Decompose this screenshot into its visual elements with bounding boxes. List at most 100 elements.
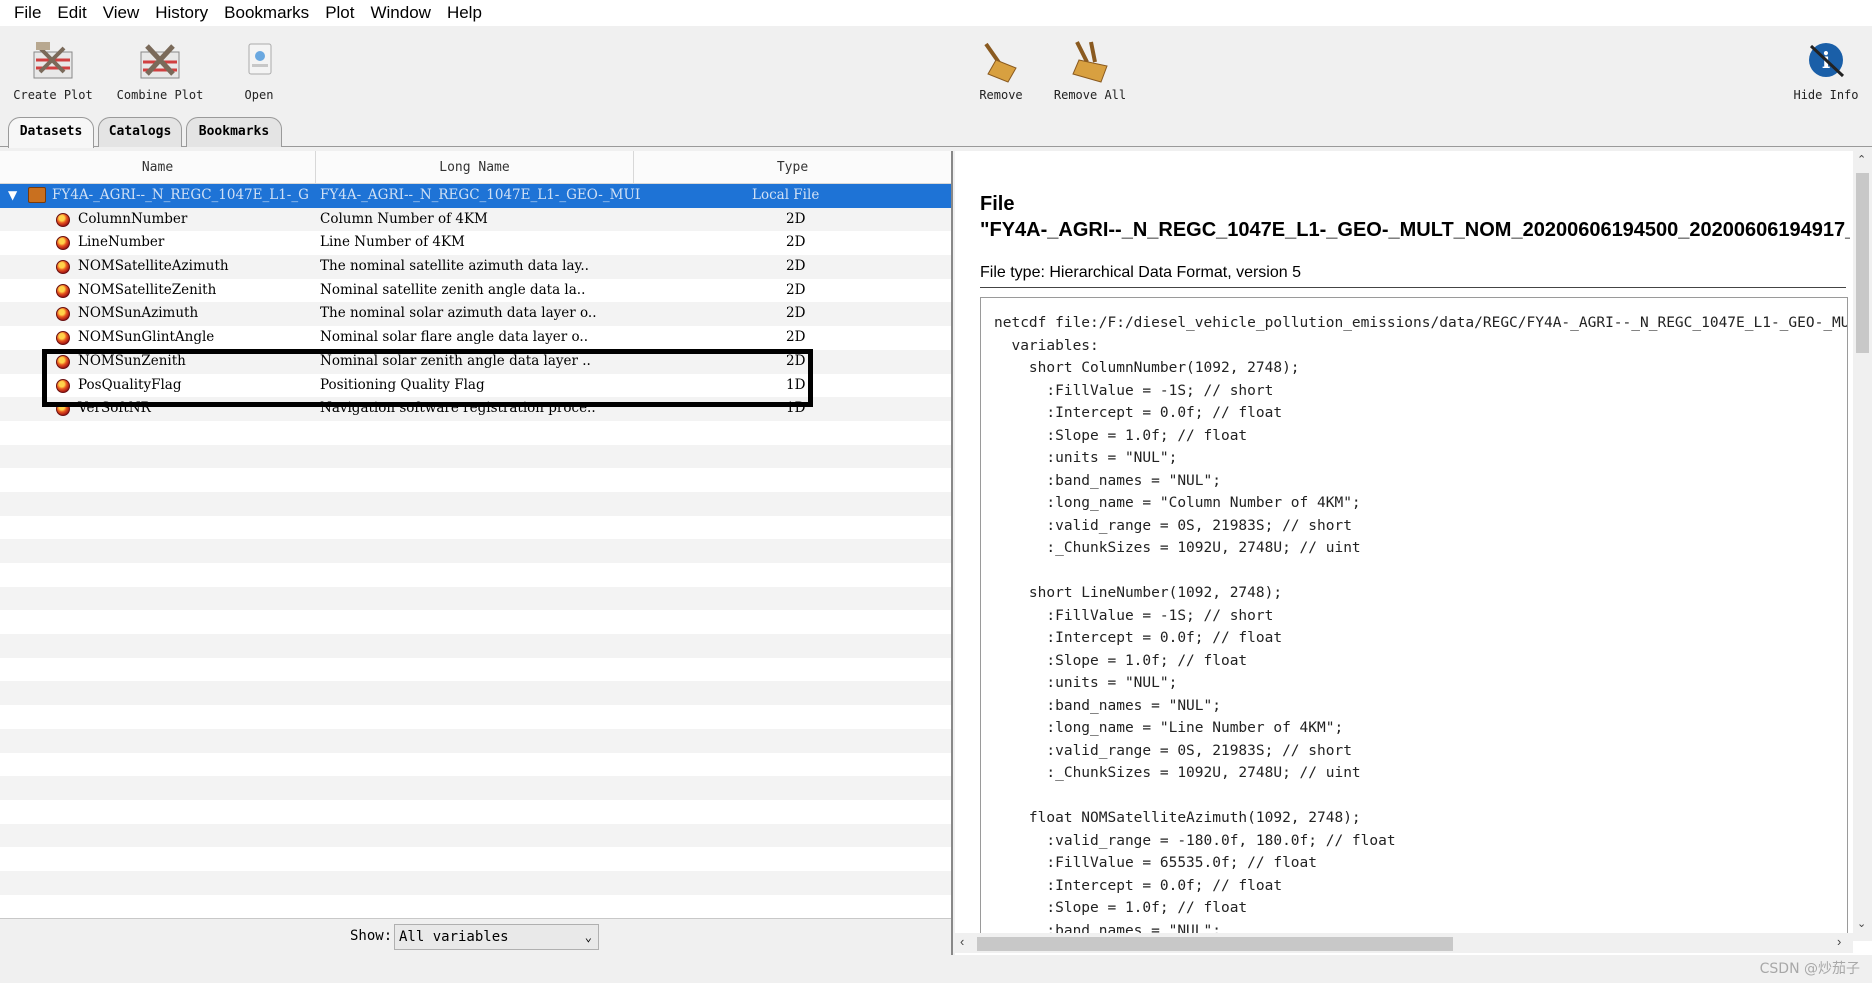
- empty-row: [0, 468, 951, 492]
- empty-row: [0, 658, 951, 682]
- variable-name: NOMSatelliteZenith: [78, 281, 217, 298]
- info-filetype: File type: Hierarchical Data Format, ver…: [980, 264, 1301, 281]
- horizontal-scroll-thumb[interactable]: [977, 937, 1453, 951]
- combine-plot-icon: [140, 44, 180, 79]
- variable-icon: [56, 307, 70, 322]
- variable-type: 2D: [786, 234, 806, 251]
- variable-long-name: Nominal solar flare angle data layer o..: [320, 329, 589, 346]
- tab-catalogs[interactable]: Catalogs: [98, 117, 182, 147]
- file-long-name: FY4A-_AGRI--_N_REGC_1047E_L1-_GEO-_MUL: [320, 187, 640, 203]
- table-row[interactable]: NOMSunAzimuth The nominal solar azimuth …: [0, 302, 951, 327]
- remove-button[interactable]: Remove: [970, 38, 1032, 102]
- empty-row: [0, 421, 951, 445]
- column-type-header[interactable]: Type: [634, 151, 951, 184]
- status-bar: [0, 955, 1872, 983]
- table-row[interactable]: ColumnNumber Column Number of 4KM 2D: [0, 207, 951, 232]
- variable-icon: [56, 331, 70, 346]
- hide-info-button[interactable]: i Hide Info: [1790, 38, 1862, 102]
- variable-name: PosQualityFlag: [78, 376, 182, 393]
- empty-row: [0, 539, 951, 563]
- hdf-file-icon: [28, 187, 46, 203]
- table-row[interactable]: PosQualityFlag Positioning Quality Flag …: [0, 374, 951, 398]
- remove-all-label: Remove All: [1053, 88, 1127, 102]
- hide-info-icon: i: [1809, 43, 1845, 78]
- table-row[interactable]: NOMSatelliteAzimuth The nominal satellit…: [0, 255, 951, 279]
- open-button[interactable]: Open: [234, 38, 284, 102]
- file-name: FY4A-_AGRI--_N_REGC_1047E_L1-_G: [52, 187, 309, 203]
- empty-row: [0, 444, 951, 469]
- variable-type: 1D: [786, 400, 806, 417]
- menu-file[interactable]: File: [6, 0, 49, 26]
- variable-icon: [56, 354, 70, 369]
- table-row[interactable]: VerSoftNR Navigation software registrati…: [0, 397, 951, 421]
- variable-icon: [56, 236, 70, 251]
- variable-name: NOMSatelliteAzimuth: [78, 258, 229, 275]
- column-header: Name Long Name Type: [0, 151, 951, 184]
- tab-bookmarks[interactable]: Bookmarks: [186, 117, 282, 147]
- menu-plot[interactable]: Plot: [317, 0, 362, 26]
- empty-row: [0, 705, 951, 729]
- show-select-value: All variables: [399, 929, 509, 945]
- menu-view[interactable]: View: [95, 0, 148, 26]
- tab-bar: Datasets Catalogs Bookmarks: [0, 113, 1872, 148]
- create-plot-button[interactable]: Create Plot: [12, 38, 94, 102]
- variable-long-name: The nominal solar azimuth data layer o..: [320, 305, 597, 322]
- empty-row: [0, 776, 951, 800]
- chevron-down-icon: ⌄: [584, 930, 592, 944]
- variable-name: ColumnNumber: [78, 210, 188, 227]
- remove-label: Remove: [979, 88, 1023, 102]
- variable-name: NOMSunGlintAngle: [78, 329, 215, 346]
- combine-plot-button[interactable]: Combine Plot: [112, 38, 208, 102]
- scroll-left-icon[interactable]: ‹: [960, 934, 964, 949]
- collapse-arrow-icon[interactable]: ▼: [8, 184, 17, 208]
- empty-row: [0, 586, 951, 611]
- show-variables-select[interactable]: All variables ⌄: [394, 924, 599, 950]
- variable-icon: [56, 378, 70, 393]
- remove-all-button[interactable]: Remove All: [1050, 38, 1130, 102]
- variable-long-name: Navigation software registration proce..: [320, 400, 596, 417]
- tab-datasets[interactable]: Datasets: [8, 117, 94, 148]
- table-row[interactable]: NOMSatelliteZenith Nominal satellite zen…: [0, 279, 951, 303]
- empty-row: [0, 753, 951, 777]
- variable-icon: [56, 402, 70, 417]
- empty-row: [0, 870, 951, 895]
- hide-info-label: Hide Info: [1793, 88, 1859, 102]
- table-row[interactable]: LineNumber Line Number of 4KM 2D: [0, 231, 951, 255]
- variable-long-name: Column Number of 4KM: [320, 210, 488, 227]
- empty-row: [0, 491, 951, 516]
- table-row[interactable]: NOMSunZenith Nominal solar zenith angle …: [0, 349, 951, 374]
- column-long-name-header[interactable]: Long Name: [316, 151, 634, 184]
- menu-bookmarks[interactable]: Bookmarks: [216, 0, 317, 26]
- empty-row: [0, 728, 951, 753]
- metadata-code: netcdf file:/F:/diesel_vehicle_pollution…: [994, 315, 1848, 937]
- show-label: Show:: [350, 928, 393, 944]
- divider: [980, 287, 1846, 288]
- variable-type: 2D: [786, 210, 806, 227]
- variable-long-name: Nominal satellite zenith angle data la..: [320, 281, 586, 298]
- variable-long-name: Line Number of 4KM: [320, 234, 465, 251]
- combine-plot-label: Combine Plot: [116, 88, 204, 102]
- variable-long-name: The nominal satellite azimuth data lay..: [320, 258, 589, 275]
- vertical-scrollbar[interactable]: ⌃ ⌄: [1853, 151, 1872, 941]
- empty-row: [0, 823, 951, 848]
- menu-edit[interactable]: Edit: [49, 0, 94, 26]
- variable-icon: [56, 283, 70, 298]
- menu-help[interactable]: Help: [439, 0, 490, 26]
- column-name-header[interactable]: Name: [0, 151, 316, 184]
- scroll-down-icon[interactable]: ⌄: [1857, 917, 1866, 930]
- menu-window[interactable]: Window: [362, 0, 438, 26]
- metadata-text-area[interactable]: netcdf file:/F:/diesel_vehicle_pollution…: [980, 297, 1848, 937]
- menu-history[interactable]: History: [147, 0, 216, 26]
- horizontal-scrollbar[interactable]: ‹ ›: [955, 933, 1853, 953]
- table-row[interactable]: NOMSunGlintAngle Nominal solar flare ang…: [0, 326, 951, 350]
- create-plot-label: Create Plot: [13, 88, 93, 102]
- info-panel: File "FY4A-_AGRI--_N_REGC_1047E_L1-_GEO-…: [955, 151, 1872, 955]
- scroll-right-icon[interactable]: ›: [1837, 934, 1841, 949]
- file-row[interactable]: ▼ FY4A-_AGRI--_N_REGC_1047E_L1-_G FY4A-_…: [0, 184, 951, 208]
- empty-row: [0, 681, 951, 706]
- toolbar: Create Plot Combine Plot Open Remove Rem…: [0, 26, 1872, 112]
- vertical-scroll-thumb[interactable]: [1856, 173, 1869, 353]
- variable-type: 2D: [786, 258, 806, 275]
- menu-bar: File Edit View History Bookmarks Plot Wi…: [0, 0, 1872, 26]
- scroll-up-icon[interactable]: ⌃: [1857, 153, 1866, 166]
